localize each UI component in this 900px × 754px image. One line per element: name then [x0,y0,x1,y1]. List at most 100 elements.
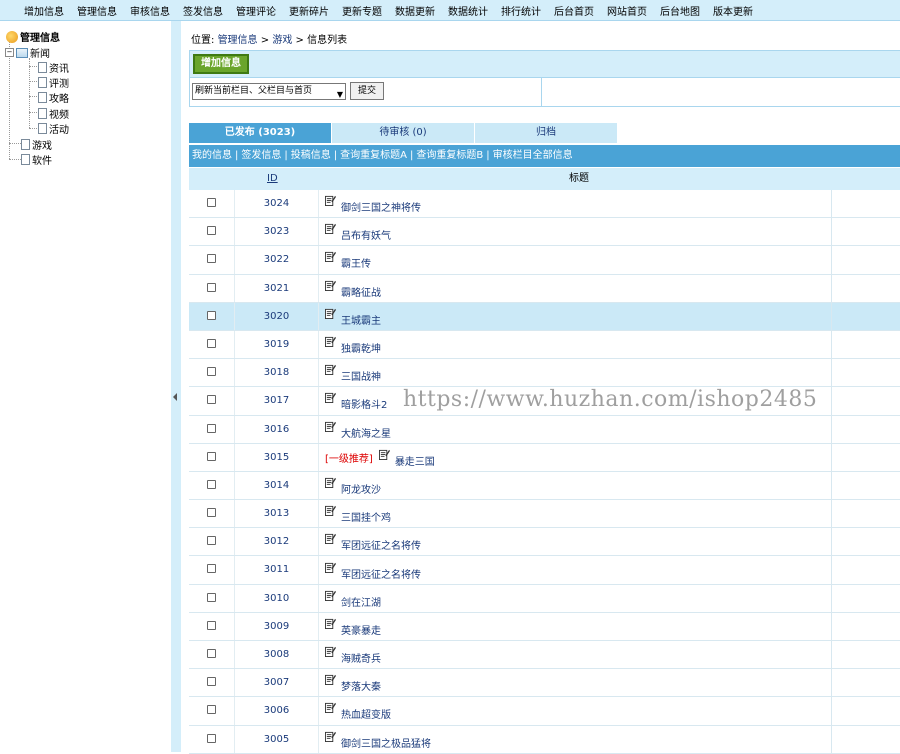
top-menu-item[interactable]: 增加信息 [24,3,64,18]
collapse-icon[interactable]: − [5,48,14,57]
row-title-link[interactable]: 暴走三国 [395,453,435,468]
row-title-link[interactable]: 英豪暴走 [341,622,381,637]
add-info-button[interactable]: 增加信息 [193,54,249,74]
filter-link[interactable]: 我的信息 [192,150,232,161]
row-checkbox[interactable] [207,423,216,433]
edit-icon[interactable] [325,618,336,629]
filter-link[interactable]: 查询重复标题A [340,150,407,161]
row-checkbox[interactable] [207,733,216,743]
row-checkbox[interactable] [207,508,216,518]
row-title-link[interactable]: 霸略征战 [341,284,381,299]
row-checkbox[interactable] [207,310,216,320]
row-checkbox[interactable] [207,451,216,461]
row-title-link[interactable]: 御剑三国之神将传 [341,199,421,214]
edit-icon[interactable] [325,562,336,573]
row-title-link[interactable]: 阿龙攻沙 [341,481,381,496]
row-checkbox[interactable] [207,282,216,292]
filter-link[interactable]: 投稿信息 [291,150,331,161]
tree-item-news-child[interactable]: 攻略 [38,90,69,105]
top-menu-item[interactable]: 后台首页 [554,3,594,18]
row-title-link[interactable]: 军团远征之名将传 [341,566,421,581]
top-menu-item[interactable]: 数据更新 [395,3,435,18]
edit-icon[interactable] [325,477,336,488]
row-checkbox[interactable] [207,254,216,264]
top-menu-item[interactable]: 更新专题 [342,3,382,18]
edit-icon[interactable] [325,646,336,658]
row-checkbox[interactable] [207,536,216,546]
row-title-link[interactable]: 御剑三国之极品猛将 [341,735,431,750]
filter-link[interactable]: 查询重复标题B [416,150,483,161]
top-menu-item[interactable]: 签发信息 [183,3,223,18]
filter-link[interactable]: 签发信息 [241,150,281,161]
row-title-link[interactable]: 王城霸主 [341,312,381,327]
row-checkbox[interactable] [207,620,216,630]
row-title-link[interactable]: 吕布有妖气 [341,227,391,242]
top-menu-item[interactable]: 版本更新 [713,3,753,18]
row-title-link[interactable]: 热血超变版 [341,706,391,721]
row-checkbox[interactable] [207,705,216,715]
row-checkbox[interactable] [207,367,216,377]
top-menu-item[interactable]: 网站首页 [607,3,647,18]
row-title-link[interactable]: 海贼奇兵 [341,650,381,665]
row-checkbox[interactable] [207,226,216,236]
edit-icon[interactable] [325,533,336,545]
refresh-select[interactable]: 刷新当前栏目、父栏目与首页 ▼ [192,83,346,100]
top-menu-item[interactable]: 审核信息 [130,3,170,18]
edit-icon[interactable] [325,308,336,319]
top-menu-item[interactable]: 管理评论 [236,3,276,18]
tree-item-news-child[interactable]: 视频 [38,106,69,121]
row-checkbox[interactable] [207,564,216,574]
edit-icon[interactable] [325,702,336,714]
submit-button[interactable]: 提交 [350,82,384,100]
row-title-link[interactable]: 暗影格斗2 [341,396,387,411]
row-title-link[interactable]: 大航海之星 [341,425,391,440]
edit-icon[interactable] [325,731,336,742]
edit-icon[interactable] [325,280,336,291]
breadcrumb-link-game[interactable]: 游戏 [272,35,292,46]
edit-icon[interactable] [325,364,336,376]
tree-item-software[interactable]: 软件 [21,152,52,167]
filter-link[interactable]: 审核栏目全部信息 [493,150,573,161]
edit-icon[interactable] [325,505,336,517]
tree-item-news-child[interactable]: 评测 [38,75,69,90]
top-menu-item[interactable]: 后台地图 [660,3,700,18]
edit-icon[interactable] [325,590,336,601]
tree-root[interactable]: 管理信息 [6,29,60,44]
row-title-link[interactable]: 梦落大秦 [341,678,381,693]
top-menu-item[interactable]: 管理信息 [77,3,117,18]
top-menu-item[interactable]: 更新碎片 [289,3,329,18]
row-title-link[interactable]: 三国挂个鸡 [341,509,391,524]
tab-archive[interactable]: 归档 [475,123,617,143]
edit-icon[interactable] [325,392,336,404]
row-title-link[interactable]: 霸王传 [341,255,371,270]
row-checkbox[interactable] [207,198,216,207]
row-checkbox[interactable] [207,592,216,602]
collapse-arrow-icon[interactable] [173,393,177,401]
breadcrumb-link-manage[interactable]: 管理信息 [218,35,258,46]
row-title-link[interactable]: 剑在江湖 [341,594,381,609]
edit-icon[interactable] [325,421,336,432]
row-checkbox[interactable] [207,338,216,348]
row-checkbox[interactable] [207,479,216,489]
row-title-link[interactable]: 独霸乾坤 [341,340,381,355]
edit-icon[interactable] [325,336,336,348]
panel-splitter[interactable] [171,21,181,752]
row-checkbox[interactable] [207,395,216,405]
edit-icon[interactable] [325,251,336,263]
row-title-link[interactable]: 三国战神 [341,368,381,383]
top-menu-item[interactable]: 数据统计 [448,3,488,18]
col-id-header[interactable]: ID [267,168,279,190]
row-checkbox[interactable] [207,677,216,687]
tree-item-game[interactable]: 游戏 [21,137,52,152]
row-checkbox[interactable] [207,649,216,658]
edit-icon[interactable] [325,195,336,207]
edit-icon[interactable] [325,674,336,686]
tab-pending[interactable]: 待审核 (0) [332,123,474,143]
top-menu-item[interactable]: 排行统计 [501,3,541,18]
edit-icon[interactable] [378,449,390,460]
row-title-link[interactable]: 军团远征之名将传 [341,537,421,552]
tree-item-news[interactable]: − 新闻 [5,45,50,60]
edit-icon[interactable] [325,223,336,235]
tab-published[interactable]: 已发布 (3023) [189,123,331,143]
tree-item-news-child[interactable]: 资讯 [38,60,69,75]
